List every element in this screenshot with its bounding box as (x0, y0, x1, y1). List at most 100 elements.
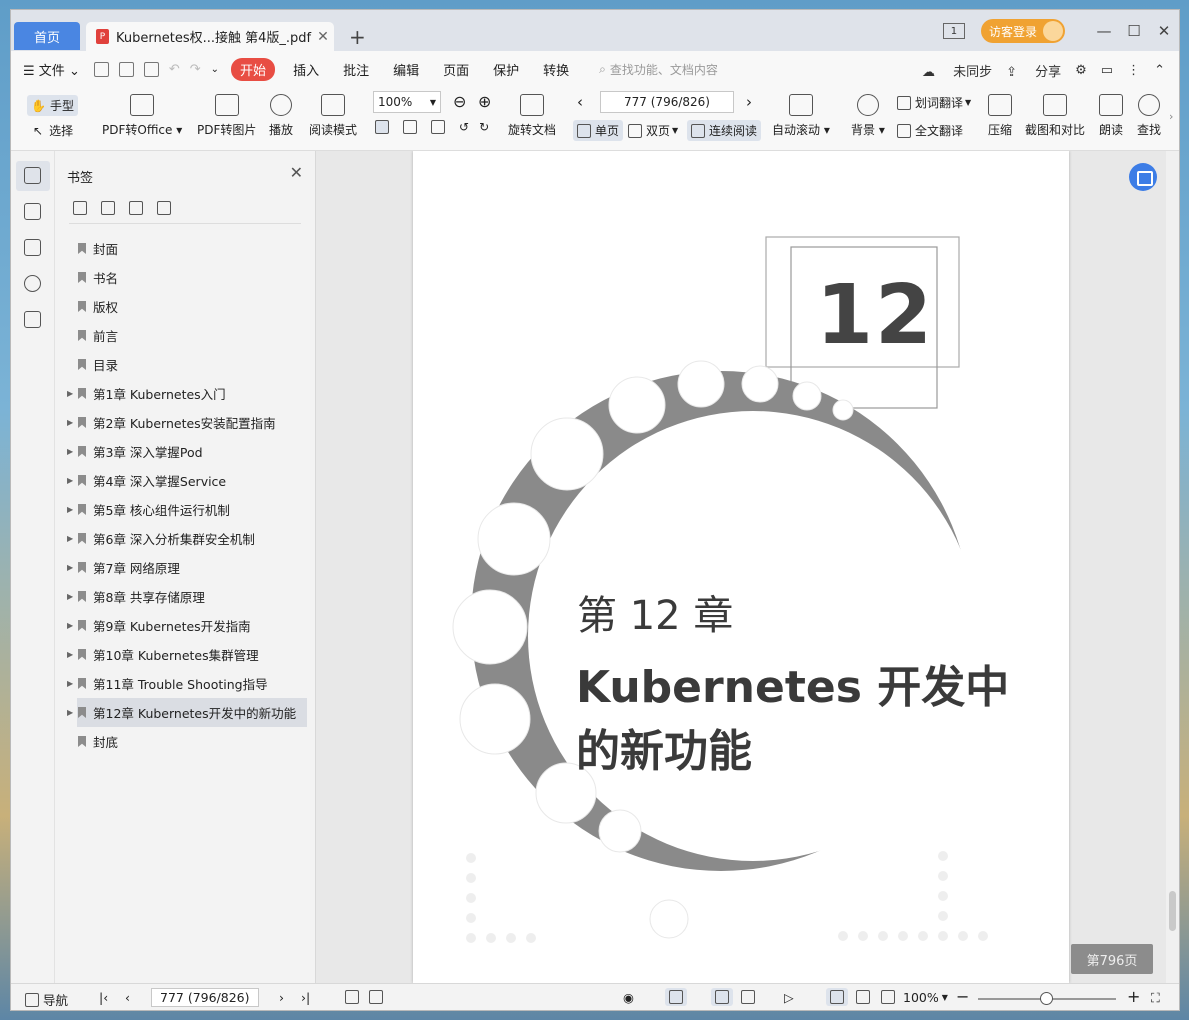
bookmark-item[interactable]: ▶ 第7章 网络原理 (55, 553, 315, 582)
pdf-to-image-button[interactable]: PDF转图片 (197, 94, 256, 138)
expand-arrow-icon[interactable]: ▶ (67, 534, 73, 543)
print-icon[interactable] (143, 62, 159, 77)
expand-arrow-icon[interactable]: ▶ (67, 621, 73, 630)
zoom-in-icon[interactable]: + (1127, 987, 1140, 1006)
bookmark-item[interactable]: 前言 (55, 321, 315, 350)
menu-insert[interactable]: 插入 (293, 60, 319, 79)
maximize-icon[interactable]: ☐ (1119, 22, 1149, 40)
rotate-left-icon[interactable]: ↺ (459, 120, 469, 134)
share-button[interactable]: ⇪ 分享 (1006, 61, 1061, 80)
word-translate-button[interactable]: 划词翻译 ▼ (897, 94, 971, 111)
rotate-document-button[interactable]: 旋转文档 (508, 94, 556, 138)
menu-protect[interactable]: 保护 (493, 60, 519, 79)
close-panel-icon[interactable]: ✕ (290, 163, 303, 182)
prev-page-icon[interactable]: ‹ (577, 93, 583, 111)
pdf-to-office-button[interactable]: PDF转Office ▾ (102, 94, 182, 138)
bookmark-item[interactable]: ▶ 第10章 Kubernetes集群管理 (55, 640, 315, 669)
bookmark-item[interactable]: 目录 (55, 350, 315, 379)
auto-scroll-button[interactable]: 自动滚动 ▾ (772, 94, 830, 138)
read-aloud-button[interactable]: 朗读 (1099, 94, 1123, 138)
add-bookmark-icon[interactable] (129, 201, 143, 215)
page-number-input[interactable]: 777 (796/826) (600, 91, 734, 113)
expand-arrow-icon[interactable]: ▶ (67, 679, 73, 688)
quick-access-dropdown-icon[interactable]: ⌄ (211, 64, 219, 75)
play-button[interactable]: 播放 (269, 94, 293, 138)
close-tab-icon[interactable]: ✕ (317, 29, 329, 45)
double-page-button[interactable]: 双页 ▼ (628, 122, 678, 139)
select-tool-button[interactable]: ↖ 选择 (33, 122, 73, 139)
window-layout-icon[interactable]: 1 (942, 23, 965, 39)
bookmark-item[interactable]: ▶ 第2章 Kubernetes安装配置指南 (55, 408, 315, 437)
actual-size-icon[interactable] (826, 988, 848, 1006)
expand-arrow-icon[interactable]: ▶ (67, 708, 73, 717)
bookmark-item[interactable]: ▶ 第6章 深入分析集群安全机制 (55, 524, 315, 553)
bookmark-item[interactable]: ▶ 第3章 深入掌握Pod (55, 437, 315, 466)
document-viewport[interactable]: 12 第 12 章 Kubernetes 开发中 的新功能 (316, 151, 1168, 983)
menu-convert[interactable]: 转换 (543, 60, 569, 79)
last-page-icon[interactable]: ›| (301, 990, 310, 1005)
bookmark-item[interactable]: 书名 (55, 263, 315, 292)
find-button[interactable]: 查找 (1137, 94, 1161, 138)
single-page-button[interactable]: 单页 (573, 120, 624, 141)
next-page-icon[interactable]: › (746, 93, 752, 111)
thumbnail-panel-icon[interactable] (24, 203, 41, 220)
bookmark-item[interactable]: ▶ 第11章 Trouble Shooting指导 (55, 669, 315, 698)
background-button[interactable]: 背景 ▾ (851, 94, 885, 138)
prev-page-icon[interactable]: ‹ (125, 990, 130, 1005)
bookmark-item[interactable]: ▶ 第9章 Kubernetes开发指南 (55, 611, 315, 640)
collapse-all-icon[interactable] (101, 201, 115, 215)
menu-page[interactable]: 页面 (443, 60, 469, 79)
redo-icon[interactable]: ↷ (190, 62, 201, 77)
zoom-select[interactable]: 100% ▼ (373, 91, 441, 113)
zoom-slider-knob[interactable] (1040, 992, 1053, 1005)
menu-edit[interactable]: 编辑 (393, 60, 419, 79)
menu-annotate[interactable]: 批注 (343, 60, 369, 79)
next-page-icon[interactable]: › (279, 990, 284, 1005)
home-tab[interactable]: 首页 (14, 22, 80, 50)
expand-arrow-icon[interactable]: ▶ (67, 505, 73, 514)
fit-page-icon[interactable] (403, 120, 417, 134)
bookmark-item[interactable]: ▶ 第8章 共享存储原理 (55, 582, 315, 611)
signature-panel-icon[interactable] (24, 311, 41, 328)
rotate-right-icon[interactable]: ↻ (479, 120, 489, 134)
compress-button[interactable]: 压缩 (988, 94, 1012, 138)
expand-arrow-icon[interactable]: ▶ (67, 563, 73, 572)
save-icon[interactable] (118, 62, 134, 77)
single-page-mode-icon[interactable] (711, 988, 733, 1006)
minimize-icon[interactable]: — (1089, 22, 1119, 40)
bookmark-panel-icon[interactable] (24, 167, 41, 184)
back-icon[interactable] (345, 990, 363, 1004)
open-icon[interactable] (93, 62, 109, 77)
start-menu[interactable]: 开始 (231, 58, 276, 81)
document-tab[interactable]: P Kubernetes权...接触 第4版_.pdf ✕ (86, 22, 334, 51)
bookmark-item[interactable]: 版权 (55, 292, 315, 321)
bookmark-item[interactable]: 封底 (55, 727, 315, 756)
navigation-toggle[interactable]: 导航 (25, 990, 68, 1009)
zoom-in-icon[interactable]: ⊕ (478, 92, 491, 111)
collapse-ribbon-icon[interactable]: ⌃ (1154, 63, 1165, 78)
full-translate-button[interactable]: 全文翻译 (897, 122, 963, 139)
expand-all-icon[interactable] (73, 201, 87, 215)
new-tab-icon[interactable]: + (349, 25, 366, 49)
zoom-out-icon[interactable]: ⊖ (453, 92, 466, 111)
status-page-input[interactable]: 777 (796/826) (151, 988, 259, 1007)
scrollbar-thumb[interactable] (1169, 891, 1176, 931)
close-window-icon[interactable]: ✕ (1149, 22, 1179, 40)
bookmark-icon[interactable] (157, 201, 171, 215)
actual-size-icon[interactable] (375, 120, 389, 134)
expand-arrow-icon[interactable]: ▶ (67, 447, 73, 456)
comment-icon[interactable]: ▭ (1101, 63, 1113, 78)
zoom-slider[interactable] (978, 992, 1116, 1005)
read-mode-button[interactable]: 阅读模式 (309, 94, 357, 138)
zoom-out-icon[interactable]: − (956, 987, 969, 1006)
bookmark-item[interactable]: ▶ 第12章 Kubernetes开发中的新功能 (67, 698, 307, 727)
bookmark-item[interactable]: ▶ 第1章 Kubernetes入门 (55, 379, 315, 408)
floating-tool-icon[interactable] (1129, 163, 1157, 191)
eye-protect-icon[interactable]: ◉ (623, 990, 634, 1005)
double-page-mode-icon[interactable] (741, 990, 759, 1004)
comment-panel-icon[interactable] (24, 239, 41, 256)
expand-arrow-icon[interactable]: ▶ (67, 592, 73, 601)
attachment-panel-icon[interactable] (24, 275, 41, 292)
fullscreen-icon[interactable]: ⛶ (1151, 990, 1160, 1006)
settings-icon[interactable]: ⚙ (1075, 63, 1087, 78)
